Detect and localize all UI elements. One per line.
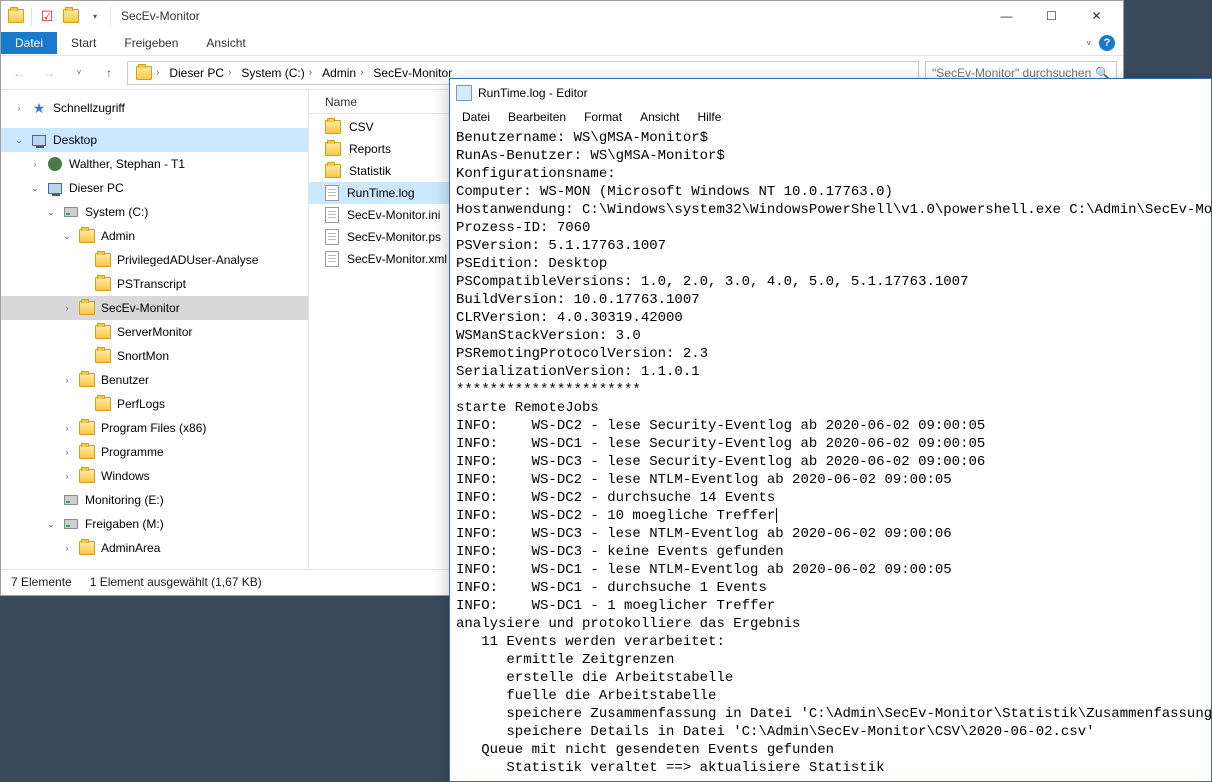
nav-progfiles[interactable]: ›Program Files (x86) xyxy=(1,416,308,440)
up-button[interactable]: ↑ xyxy=(97,61,121,85)
breadcrumb-segment[interactable]: System (C:) xyxy=(241,66,304,80)
menu-help[interactable]: Hilfe xyxy=(689,108,729,126)
folder-icon xyxy=(325,164,341,178)
window-title: SecEv-Monitor xyxy=(121,9,200,23)
navigation-pane[interactable]: ›★Schnellzugriff ⌄Desktop ›Walther, Step… xyxy=(1,90,309,569)
explorer-titlebar: ☑ ▾ SecEv-Monitor — ☐ ✕ xyxy=(1,1,1123,31)
folder-icon xyxy=(79,540,95,556)
folder-icon xyxy=(95,252,111,268)
nav-servermonitor[interactable]: ServerMonitor xyxy=(1,320,308,344)
drive-icon xyxy=(63,492,79,508)
notepad-window: RunTime.log - Editor Datei Bearbeiten Fo… xyxy=(449,78,1212,782)
menu-edit[interactable]: Bearbeiten xyxy=(500,108,574,126)
user-icon xyxy=(47,156,63,172)
nav-freigaben-m[interactable]: ⌄Freigaben (M:) xyxy=(1,512,308,536)
forward-button[interactable]: → xyxy=(37,61,61,85)
folder-icon xyxy=(95,276,111,292)
close-button[interactable]: ✕ xyxy=(1074,1,1119,31)
folder-icon xyxy=(79,372,95,388)
nav-perflogs[interactable]: PerfLogs xyxy=(1,392,308,416)
notepad-icon xyxy=(456,85,472,101)
nav-this-pc[interactable]: ⌄Dieser PC xyxy=(1,176,308,200)
file-icon xyxy=(325,251,339,267)
breadcrumb-segment[interactable]: SecEv-Monitor xyxy=(373,66,452,80)
folder-icon xyxy=(79,444,95,460)
nav-benutzer[interactable]: ›Benutzer xyxy=(1,368,308,392)
folder-icon xyxy=(136,66,152,80)
new-folder-icon[interactable] xyxy=(60,5,82,27)
drive-icon xyxy=(63,516,79,532)
drive-icon xyxy=(63,204,79,220)
maximize-button[interactable]: ☐ xyxy=(1029,1,1074,31)
history-dropdown-icon[interactable]: ˅ xyxy=(67,61,91,85)
nav-pstranscript[interactable]: PSTranscript xyxy=(1,272,308,296)
properties-icon[interactable]: ☑ xyxy=(36,5,58,27)
nav-priv[interactable]: PrivilegedADUser-Analyse xyxy=(1,248,308,272)
ribbon-expand-icon[interactable]: ˅ xyxy=(1086,39,1091,48)
nav-desktop[interactable]: ⌄Desktop xyxy=(1,128,308,152)
notepad-title: RunTime.log - Editor xyxy=(478,86,588,100)
nav-windows[interactable]: ›Windows xyxy=(1,464,308,488)
nav-monitoring-e[interactable]: Monitoring (E:) xyxy=(1,488,308,512)
folder-icon xyxy=(325,120,341,134)
folder-icon xyxy=(79,228,95,244)
tab-view[interactable]: Ansicht xyxy=(192,32,259,54)
tab-share[interactable]: Freigeben xyxy=(110,32,192,54)
notepad-text-area[interactable]: Benutzername: WS\gMSA-Monitor$RunAs-Benu… xyxy=(450,127,1211,779)
folder-icon xyxy=(95,324,111,340)
notepad-menu: Datei Bearbeiten Format Ansicht Hilfe xyxy=(450,107,1211,127)
nav-user[interactable]: ›Walther, Stephan - T1 xyxy=(1,152,308,176)
tab-start[interactable]: Start xyxy=(57,32,110,54)
breadcrumb-segment[interactable]: Admin xyxy=(322,66,356,80)
star-icon: ★ xyxy=(31,100,47,116)
nav-programme[interactable]: ›Programme xyxy=(1,440,308,464)
folder-icon xyxy=(79,300,95,316)
notepad-titlebar: RunTime.log - Editor xyxy=(450,79,1211,107)
folder-icon xyxy=(95,396,111,412)
file-icon xyxy=(325,185,339,201)
folder-icon xyxy=(95,348,111,364)
menu-format[interactable]: Format xyxy=(576,108,630,126)
nav-adminarea[interactable]: ›AdminArea xyxy=(1,536,308,560)
monitor-icon xyxy=(47,180,63,196)
status-count: 7 Elemente xyxy=(11,575,72,589)
folder-icon xyxy=(79,468,95,484)
tab-file[interactable]: Datei xyxy=(1,32,57,54)
breadcrumb-segment[interactable]: Dieser PC xyxy=(169,66,224,80)
nav-snortmon[interactable]: SnortMon xyxy=(1,344,308,368)
nav-system-c[interactable]: ⌄System (C:) xyxy=(1,200,308,224)
back-button[interactable]: ← xyxy=(7,61,31,85)
status-selection: 1 Element ausgewählt (1,67 KB) xyxy=(90,575,262,589)
qat-dropdown-icon[interactable]: ▾ xyxy=(84,5,106,27)
folder-icon xyxy=(5,5,27,27)
folder-icon xyxy=(325,142,341,156)
folder-icon xyxy=(79,420,95,436)
nav-secev-monitor[interactable]: ›SecEv-Monitor xyxy=(1,296,308,320)
monitor-icon xyxy=(31,132,47,148)
file-icon xyxy=(325,229,339,245)
quick-access-toolbar: ☑ ▾ xyxy=(5,5,113,27)
file-icon xyxy=(325,207,339,223)
menu-file[interactable]: Datei xyxy=(454,108,498,126)
minimize-button[interactable]: — xyxy=(984,1,1029,31)
menu-view[interactable]: Ansicht xyxy=(632,108,687,126)
ribbon: Datei Start Freigeben Ansicht ˅ ? xyxy=(1,31,1123,56)
help-icon[interactable]: ? xyxy=(1099,35,1115,51)
nav-admin[interactable]: ⌄Admin xyxy=(1,224,308,248)
nav-quick-access[interactable]: ›★Schnellzugriff xyxy=(1,96,308,120)
